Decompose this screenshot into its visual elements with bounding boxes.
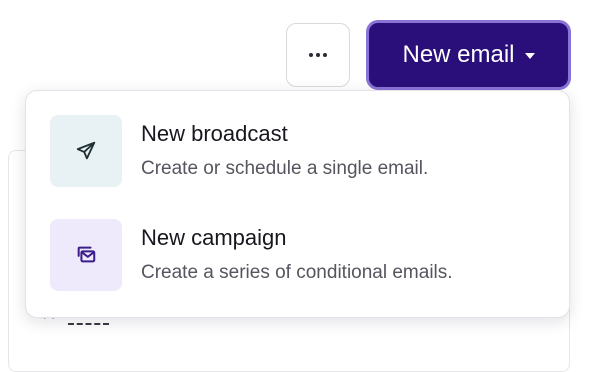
new-email-label: New email bbox=[402, 41, 515, 68]
menu-item-title: New campaign bbox=[141, 225, 287, 250]
stacked-mail-icon bbox=[77, 246, 96, 263]
menu-item-new-campaign[interactable]: New campaign Create a series of conditio… bbox=[50, 219, 550, 295]
new-email-button[interactable]: New email bbox=[366, 20, 571, 90]
more-options-button[interactable] bbox=[286, 23, 350, 87]
menu-item-title: New broadcast bbox=[141, 121, 288, 146]
stacked-mail-icon-tile bbox=[50, 219, 122, 291]
menu-item-description: Create or schedule a single email. bbox=[141, 158, 429, 179]
menu-item-new-broadcast[interactable]: New broadcast Create or schedule a singl… bbox=[50, 115, 550, 191]
send-icon-tile bbox=[50, 115, 122, 187]
new-email-dropdown: New broadcast Create or schedule a singl… bbox=[25, 90, 570, 318]
send-icon bbox=[76, 141, 96, 160]
more-horizontal-icon bbox=[309, 53, 327, 57]
menu-item-description: Create a series of conditional emails. bbox=[141, 262, 453, 283]
caret-down-icon bbox=[524, 53, 535, 59]
